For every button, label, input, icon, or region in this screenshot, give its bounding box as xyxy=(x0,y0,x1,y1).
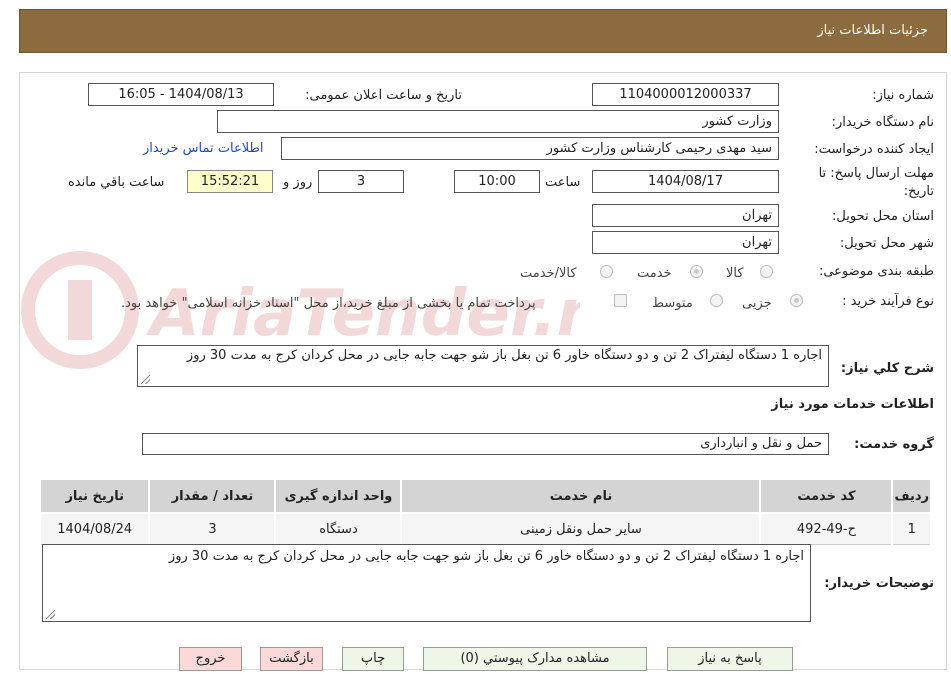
province-field: تهران xyxy=(592,204,779,227)
cell-code: ح-49-492 xyxy=(759,512,894,545)
summary-label: شرح کلي نياز: xyxy=(840,361,934,376)
category-label: طبقه بندی موضوعی: xyxy=(818,264,934,279)
deadline-label-date: تاریخ: xyxy=(903,184,934,199)
resize-grip-icon[interactable] xyxy=(141,375,150,384)
category-radio-goods[interactable] xyxy=(760,265,773,278)
treasury-checkbox[interactable] xyxy=(614,294,627,307)
cell-name: سایر حمل ونقل زمینی xyxy=(400,512,762,545)
process-option-minor: جزیی xyxy=(742,296,772,311)
services-section-title: اطلاعات خدمات مورد نیاز xyxy=(771,397,934,412)
buyer-contact-link[interactable]: اطلاعات تماس خریدار xyxy=(143,141,263,156)
city-label: شهر محل تحویل: xyxy=(839,236,934,251)
process-radio-medium[interactable] xyxy=(710,294,723,307)
category-radio-goods-service[interactable] xyxy=(600,265,613,278)
services-table: ردیف کد خدمت نام خدمت واحد اندازه گیری ت… xyxy=(38,478,932,545)
announce-date-field: 1404/08/13 - 16:05 xyxy=(88,83,274,106)
summary-text: اجاره 1 دستگاه لیفتراک 2 تن و دو دستگاه … xyxy=(186,348,822,363)
watermark-text: AriaTender.neT xyxy=(145,277,580,351)
service-group-label: گروه خدمت: xyxy=(854,437,934,452)
remaining-time-label: ساعت باقي مانده xyxy=(68,175,165,190)
city-field: تهران xyxy=(592,231,779,254)
need-number-label: شماره نیاز: xyxy=(872,88,934,103)
buyer-notes-label: توضیحات خریدار: xyxy=(824,576,934,591)
col-code-header: کد خدمت xyxy=(759,478,894,514)
col-date-header: تاریخ نیاز xyxy=(38,478,151,514)
remaining-time-field: 15:52:21 xyxy=(187,170,273,193)
buyer-notes-text: اجاره 1 دستگاه لیفتراک 2 تن و دو دستگاه … xyxy=(168,549,804,564)
announce-date-label: تاریخ و ساعت اعلان عمومی: xyxy=(305,88,462,103)
table-row: 1 ح-49-492 سایر حمل ونقل زمینی دستگاه 3 … xyxy=(38,512,932,545)
view-attachments-button[interactable]: مشاهده مدارک پیوستي (0) xyxy=(423,647,647,671)
back-button[interactable]: بازگشت xyxy=(260,647,323,671)
creator-label: ایجاد کننده درخواست: xyxy=(814,142,934,157)
summary-textarea[interactable]: اجاره 1 دستگاه لیفتراک 2 تن و دو دستگاه … xyxy=(137,345,829,387)
days-label: روز و xyxy=(283,175,313,190)
buyer-notes-textarea[interactable]: اجاره 1 دستگاه لیفتراک 2 تن و دو دستگاه … xyxy=(42,544,811,622)
cell-row: 1 xyxy=(891,512,932,545)
process-option-medium: متوسط xyxy=(652,296,693,311)
service-group-field: حمل و نقل و انبارداری xyxy=(142,433,829,455)
print-button[interactable]: چاپ xyxy=(342,647,404,671)
page-header: جزئیات اطلاعات نیاز xyxy=(19,9,947,53)
deadline-hour-label: ساعت xyxy=(545,175,581,190)
process-radio-minor[interactable] xyxy=(790,294,803,307)
page-title: جزئیات اطلاعات نیاز xyxy=(817,23,928,38)
process-type-label: نوع فرآیند خرید : xyxy=(842,294,934,309)
creator-field: سید مهدی رحیمی کارشناس وزارت کشور xyxy=(281,137,779,160)
exit-button[interactable]: خروج xyxy=(179,647,242,671)
cell-qty: 3 xyxy=(148,512,277,545)
deadline-time-field: 10:00 xyxy=(454,170,540,193)
cell-date: 1404/08/24 xyxy=(38,512,151,545)
days-remaining-field: 3 xyxy=(318,170,404,193)
col-row-header: ردیف xyxy=(891,478,932,514)
category-option-service: خدمت xyxy=(637,266,672,281)
category-option-goods-service: کالا/خدمت xyxy=(520,266,577,281)
reply-button[interactable]: پاسخ به نیاز xyxy=(667,647,793,671)
col-qty-header: تعداد / مقدار xyxy=(148,478,277,514)
buyer-org-label: نام دستگاه خریدار: xyxy=(831,115,934,130)
table-header-row: ردیف کد خدمت نام خدمت واحد اندازه گیری ت… xyxy=(38,478,932,514)
col-name-header: نام خدمت xyxy=(400,478,762,514)
deadline-label: مهلت ارسال پاسخ: تا xyxy=(818,166,934,181)
col-unit-header: واحد اندازه گیری xyxy=(274,478,403,514)
cell-unit: دستگاه xyxy=(274,512,403,545)
treasury-note: پرداخت تمام یا بخشی از مبلغ خرید،از محل … xyxy=(121,296,536,311)
category-option-goods: کالا xyxy=(726,266,744,281)
province-label: استان محل تحویل: xyxy=(832,209,934,224)
category-radio-service[interactable] xyxy=(690,265,703,278)
need-number-field: 1104000012000337 xyxy=(592,83,779,106)
buyer-org-field: وزارت کشور xyxy=(217,110,779,133)
deadline-date-field: 1404/08/17 xyxy=(592,170,779,193)
resize-grip-icon[interactable] xyxy=(46,610,55,619)
